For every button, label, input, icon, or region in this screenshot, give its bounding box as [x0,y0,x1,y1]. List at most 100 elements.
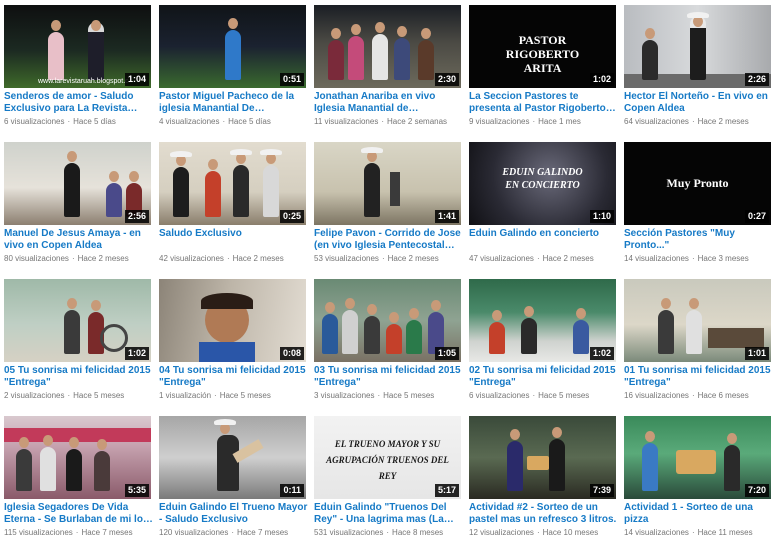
upload-age: Hace 7 meses [237,528,289,537]
video-thumbnail[interactable]: 0:25 [159,142,306,225]
video-card[interactable]: EDUIN GALINDO EN CONCIERTO 1:10 Eduin Ga… [465,137,620,274]
video-title-link[interactable]: Actividad #2 - Sorteo de un pastel mas u… [469,502,618,526]
video-thumbnail[interactable]: PASTOR RIGOBERTO ARITA 1:02 [469,5,616,88]
video-card[interactable]: 1:02 05 Tu sonrisa mi felicidad 2015 "En… [0,274,155,411]
video-card[interactable]: 0:51 Pastor Miguel Pacheco de la iglesia… [155,0,310,137]
video-thumbnail[interactable]: 0:51 [159,5,306,88]
video-thumbnail[interactable]: 1:01 [624,279,771,362]
video-title-link[interactable]: Manuel De Jesus Amaya - en vivo en Copen… [4,228,153,252]
view-count: 115 visualizaciones [4,528,73,537]
video-card[interactable]: 5:35 Iglesia Segadores De Vida Eterna - … [0,411,155,544]
video-meta: 42 visualizaciones · Hace 2 meses [159,254,284,263]
video-meta: 2 visualizaciones · Hace 5 meses [4,391,125,400]
video-card[interactable]: 2:56 Manuel De Jesus Amaya - en vivo en … [0,137,155,274]
thumbnail-title-text: EL TRUENO MAYOR Y SU AGRUPACIÓN TRUENOS … [326,439,449,481]
video-thumbnail[interactable]: Muy Pronto 0:27 [624,142,771,225]
video-duration: 1:04 [124,73,149,86]
video-meta: 6 visualizaciones · Hace 5 meses [469,391,590,400]
video-title-link[interactable]: La Seccion Pastores te presenta al Pasto… [469,91,618,115]
video-card[interactable]: 0:25 Saludo Exclusivo 42 visualizaciones… [155,137,310,274]
video-card[interactable]: EL TRUENO MAYOR Y SU AGRUPACIÓN TRUENOS … [310,411,465,544]
view-count: 42 visualizaciones [159,254,224,263]
video-card[interactable]: 0:11 Eduin Galindo El Trueno Mayor - Sal… [155,411,310,544]
video-meta: 53 visualizaciones · Hace 2 meses [314,254,439,263]
video-thumbnail[interactable]: 7:20 [624,416,771,499]
video-duration: 5:35 [124,484,149,497]
video-card[interactable]: PASTOR RIGOBERTO ARITA 1:02 La Seccion P… [465,0,620,137]
video-thumbnail[interactable]: 5:35 [4,416,151,499]
upload-age: Hace 6 meses [697,391,749,400]
video-card[interactable]: 2:26 Hector El Norteño - En vivo en Cope… [620,0,775,137]
video-title-link[interactable]: Eduin Galindo "Truenos Del Rey" - Una la… [314,502,463,526]
video-card[interactable]: 1:02 02 Tu sonrisa mi felicidad 2015 "En… [465,274,620,411]
video-thumbnail[interactable]: 1:02 [469,279,616,362]
video-title-link[interactable]: Saludo Exclusivo [159,228,308,240]
video-card[interactable]: 2:30 Jonathan Anariba en vivo Iglesia Ma… [310,0,465,137]
video-meta: 6 visualizaciones · Hace 5 días [4,117,116,126]
video-title-link[interactable]: 05 Tu sonrisa mi felicidad 2015 "Entrega… [4,365,153,389]
video-meta: 115 visualizaciones · Hace 7 meses [4,528,133,537]
video-title-link[interactable]: 02 Tu sonrisa mi felicidad 2015 "Entrega… [469,365,618,389]
video-duration: 1:02 [589,73,614,86]
video-duration: 2:56 [124,210,149,223]
video-meta: 9 visualizaciones · Hace 1 mes [469,117,581,126]
video-title-link[interactable]: Eduin Galindo en concierto [469,228,618,240]
view-count: 47 visualizaciones [469,254,534,263]
upload-age: Hace 10 meses [542,528,599,537]
video-duration: 0:11 [280,484,304,497]
video-duration: 0:27 [744,210,769,223]
upload-age: Hace 3 meses [697,254,749,263]
video-card[interactable]: 1:41 Felipe Pavon - Corrido de Jose (en … [310,137,465,274]
upload-age: Hace 2 meses [542,254,594,263]
video-duration: 0:08 [279,347,304,360]
video-card[interactable]: 7:20 Actividad 1 - Sorteo de una pizza 1… [620,411,775,544]
upload-age: Hace 11 meses [697,528,753,537]
video-duration: 1:02 [589,347,614,360]
video-thumbnail[interactable]: 7:39 [469,416,616,499]
video-thumbnail[interactable]: EL TRUENO MAYOR Y SU AGRUPACIÓN TRUENOS … [314,416,461,499]
video-title-link[interactable]: Senderos de amor - Saludo Exclusivo para… [4,91,153,115]
video-thumbnail[interactable]: 0:08 [159,279,306,362]
video-title-link[interactable]: Actividad 1 - Sorteo de una pizza [624,502,773,526]
upload-age: Hace 8 meses [392,528,444,537]
upload-age: Hace 5 meses [73,391,125,400]
video-title-link[interactable]: Felipe Pavon - Corrido de Jose (en vivo … [314,228,463,252]
video-title-link[interactable]: 04 Tu sonrisa mi felicidad 2015 "Entrega… [159,365,308,389]
video-title-link[interactable]: Hector El Norteño - En vivo en Copen Ald… [624,91,773,115]
video-card[interactable]: 0:08 04 Tu sonrisa mi felicidad 2015 "En… [155,274,310,411]
video-card[interactable]: 7:39 Actividad #2 - Sorteo de un pastel … [465,411,620,544]
video-title-link[interactable]: Pastor Miguel Pacheco de la iglesia Mana… [159,91,308,115]
video-thumbnail[interactable]: 1:41 [314,142,461,225]
video-thumbnail[interactable]: 0:11 [159,416,306,499]
video-thumbnail[interactable]: 2:56 [4,142,151,225]
video-title-link[interactable]: Jonathan Anariba en vivo Iglesia Mananti… [314,91,463,115]
view-count: 1 visualización [159,391,212,400]
upload-age: Hace 2 meses [387,254,439,263]
upload-age: Hace 2 semanas [387,117,448,126]
video-thumbnail[interactable]: EDUIN GALINDO EN CONCIERTO 1:10 [469,142,616,225]
video-thumbnail[interactable]: 1:02 [4,279,151,362]
video-title-link[interactable]: 01 Tu sonrisa mi felicidad 2015 "Entrega… [624,365,773,389]
video-meta: 14 visualizaciones · Hace 11 meses [624,528,753,537]
video-title-link[interactable]: Eduin Galindo El Trueno Mayor - Saludo E… [159,502,308,526]
view-count: 9 visualizaciones [469,117,530,126]
view-count: 53 visualizaciones [314,254,379,263]
video-meta: 3 visualizaciones · Hace 5 meses [314,391,435,400]
video-card[interactable]: 1:05 03 Tu sonrisa mi felicidad 2015 "En… [310,274,465,411]
video-thumbnail[interactable]: 1:05 [314,279,461,362]
video-meta: 1 visualización · Hace 5 meses [159,391,271,400]
video-meta: 16 visualizaciones · Hace 6 meses [624,391,749,400]
video-title-link[interactable]: Iglesia Segadores De Vida Eterna - Se Bu… [4,502,153,526]
video-meta: 12 visualizaciones · Hace 10 meses [469,528,599,537]
video-thumbnail[interactable]: www.larevistaruah.blogspot.c 1:04 [4,5,151,88]
video-title-link[interactable]: 03 Tu sonrisa mi felicidad 2015 "Entrega… [314,365,463,389]
video-card[interactable]: 1:01 01 Tu sonrisa mi felicidad 2015 "En… [620,274,775,411]
video-title-link[interactable]: Sección Pastores "Muy Pronto..." [624,228,773,252]
video-thumbnail[interactable]: 2:30 [314,5,461,88]
video-duration: 0:25 [279,210,304,223]
video-card[interactable]: www.larevistaruah.blogspot.c 1:04 Sender… [0,0,155,137]
view-count: 4 visualizaciones [159,117,220,126]
video-meta: 47 visualizaciones · Hace 2 meses [469,254,594,263]
video-card[interactable]: Muy Pronto 0:27 Sección Pastores "Muy Pr… [620,137,775,274]
video-thumbnail[interactable]: 2:26 [624,5,771,88]
